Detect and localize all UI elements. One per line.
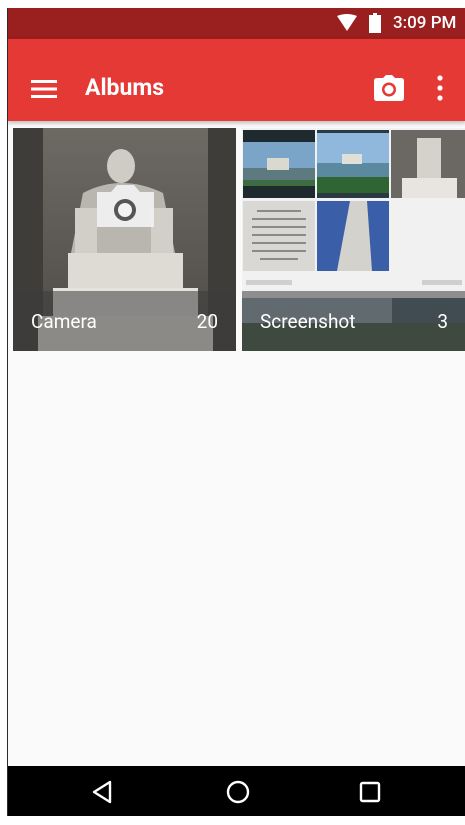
- album-count: 3: [437, 310, 448, 333]
- back-icon[interactable]: [90, 780, 114, 804]
- album-name: Camera: [31, 310, 97, 333]
- battery-icon: [369, 13, 381, 33]
- wifi-icon: [337, 14, 357, 31]
- more-vert-icon[interactable]: [433, 75, 447, 101]
- page-title: Albums: [85, 74, 165, 101]
- album-name: Screenshot: [260, 310, 356, 333]
- home-icon[interactable]: [226, 780, 250, 804]
- status-bar: 3:09 PM: [8, 8, 465, 39]
- hamburger-menu-icon[interactable]: [31, 80, 57, 98]
- camera-icon[interactable]: [374, 75, 404, 101]
- system-nav-bar: [8, 766, 465, 816]
- app-toolbar: Albums: [8, 39, 465, 121]
- album-tile-camera[interactable]: Camera 20: [13, 128, 236, 351]
- status-clock: 3:09 PM: [393, 13, 457, 33]
- album-label-bar: Camera 20: [13, 291, 236, 351]
- phone-screen: 3:09 PM Albums Camera 20 Screenshot 3: [7, 8, 465, 816]
- recents-icon[interactable]: [358, 780, 382, 804]
- album-count: 20: [196, 310, 218, 333]
- album-tile-screenshot[interactable]: Screenshot 3: [242, 128, 465, 351]
- album-label-bar: Screenshot 3: [242, 291, 465, 351]
